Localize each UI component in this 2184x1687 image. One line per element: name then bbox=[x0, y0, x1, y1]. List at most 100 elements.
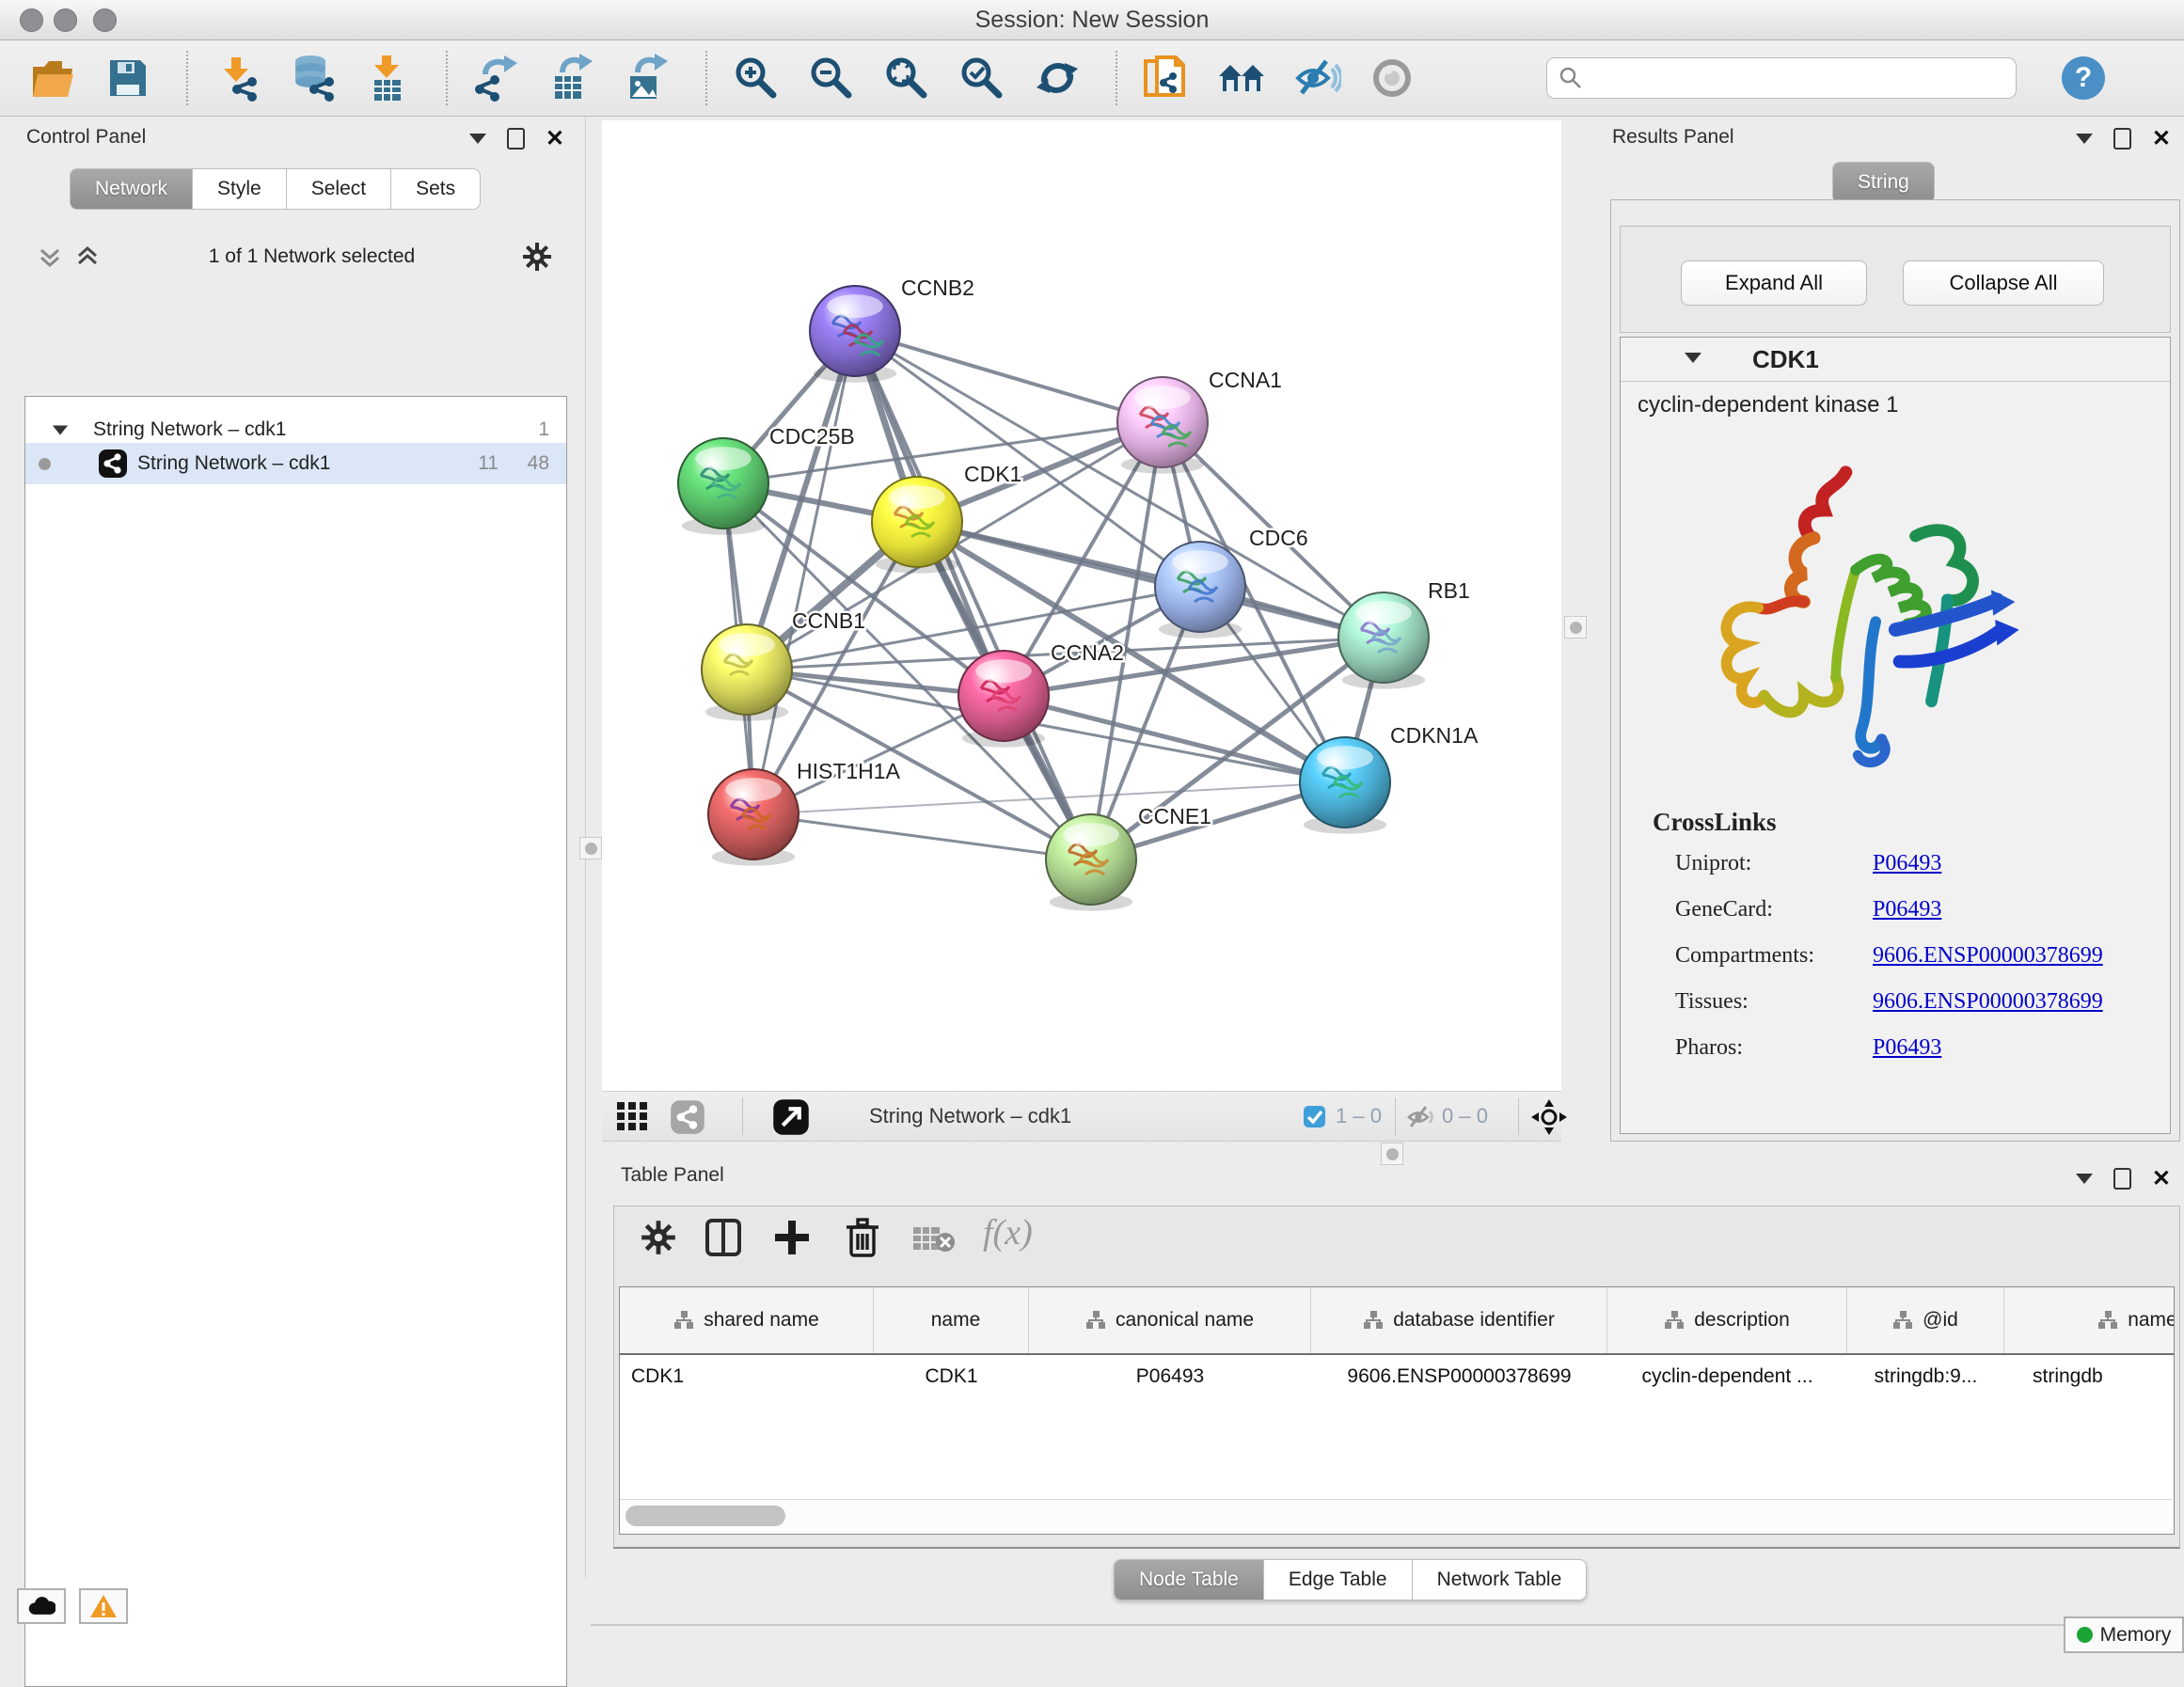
table-cell[interactable]: stringdb bbox=[2004, 1355, 2175, 1398]
close-panel-icon[interactable]: ✕ bbox=[2152, 1170, 2171, 1189]
edge-HIST1H1A-CCNE1[interactable] bbox=[753, 814, 1091, 859]
float-panel-icon[interactable] bbox=[507, 128, 525, 150]
import-database-icon[interactable] bbox=[288, 54, 337, 102]
help-icon[interactable]: ? bbox=[2062, 56, 2105, 100]
zoom-fit-icon[interactable] bbox=[882, 54, 931, 102]
node-HIST1H1A[interactable] bbox=[708, 769, 799, 866]
expand-all-icon[interactable] bbox=[73, 243, 102, 271]
tree-expand-icon[interactable] bbox=[53, 425, 68, 434]
edge-CDK1-RB1[interactable] bbox=[917, 522, 1384, 638]
zoom-out-icon[interactable] bbox=[807, 54, 856, 102]
crosslink-value-link[interactable]: 9606.ENSP00000378699 bbox=[1873, 989, 2103, 1015]
import-table-icon[interactable] bbox=[363, 54, 412, 102]
import-network-icon[interactable] bbox=[213, 54, 261, 102]
collapse-panel-icon[interactable] bbox=[2076, 1174, 2093, 1184]
crosslink-value-link[interactable]: P06493 bbox=[1873, 851, 1941, 876]
save-session-icon[interactable] bbox=[103, 54, 152, 102]
close-panel-icon[interactable]: ✕ bbox=[546, 130, 564, 149]
collapse-panel-icon[interactable] bbox=[2076, 134, 2093, 144]
node-CDKN1A[interactable] bbox=[1300, 737, 1390, 834]
node-CCNA1[interactable] bbox=[1117, 377, 1208, 474]
delete-table-icon[interactable] bbox=[911, 1223, 957, 1255]
duplicate-network-icon[interactable] bbox=[1142, 54, 1191, 102]
float-panel-icon[interactable] bbox=[2113, 1168, 2131, 1190]
column-header-sharedname[interactable]: shared name bbox=[620, 1287, 874, 1353]
expand-all-button[interactable]: Expand All bbox=[1681, 260, 1867, 306]
column-header-name[interactable]: name bbox=[874, 1287, 1029, 1353]
table-hscrollbar[interactable] bbox=[620, 1499, 2172, 1533]
tab-style[interactable]: Style bbox=[193, 168, 287, 210]
column-header-canonicalname[interactable]: canonical name bbox=[1029, 1287, 1311, 1353]
zoom-in-icon[interactable] bbox=[732, 54, 781, 102]
collapse-all-button[interactable]: Collapse All bbox=[1903, 260, 2104, 306]
edge-CCNB2-CCNA1[interactable] bbox=[855, 331, 1163, 422]
memory-button[interactable]: Memory bbox=[2064, 1616, 2184, 1653]
function-builder-icon[interactable]: f(x) bbox=[983, 1212, 1033, 1253]
collapse-protein-icon[interactable] bbox=[1685, 353, 1701, 363]
column-header-description[interactable]: description bbox=[1607, 1287, 1847, 1353]
column-header-namespace[interactable]: namespace bbox=[2004, 1287, 2175, 1353]
search-input[interactable] bbox=[1546, 57, 2017, 99]
table-row[interactable]: CDK1CDK1P064939606.ENSP00000378699cyclin… bbox=[620, 1355, 2175, 1398]
table-cell[interactable]: CDK1 bbox=[874, 1355, 1029, 1398]
tab-select[interactable]: Select bbox=[287, 168, 391, 210]
cloud-status-button[interactable] bbox=[17, 1588, 66, 1624]
gear-icon[interactable] bbox=[522, 242, 552, 272]
node-CDK1[interactable] bbox=[872, 477, 962, 574]
edge-CCNA2-CDKN1A[interactable] bbox=[1004, 696, 1345, 782]
show-all-icon[interactable] bbox=[1368, 54, 1416, 102]
node-CDC25B[interactable] bbox=[678, 438, 768, 535]
collapse-all-icon[interactable] bbox=[36, 243, 64, 271]
node-CDC6[interactable] bbox=[1155, 542, 1245, 639]
add-column-icon[interactable] bbox=[772, 1218, 812, 1257]
warning-status-button[interactable] bbox=[79, 1588, 128, 1624]
home-icon[interactable] bbox=[1217, 54, 1266, 102]
collapse-panel-icon[interactable] bbox=[469, 134, 486, 144]
tab-node-table[interactable]: Node Table bbox=[1114, 1559, 1264, 1600]
tab-string[interactable]: String bbox=[1832, 162, 1935, 203]
tab-sets[interactable]: Sets bbox=[391, 168, 481, 210]
node-CCNB1[interactable] bbox=[702, 624, 792, 721]
string-view-icon[interactable] bbox=[670, 1099, 705, 1135]
hide-selected-icon[interactable] bbox=[1292, 54, 1341, 102]
hidden-eye-slash-icon[interactable] bbox=[1406, 1104, 1434, 1130]
gear-icon[interactable] bbox=[641, 1220, 676, 1255]
column-header-databaseidentifier[interactable]: database identifier bbox=[1311, 1287, 1607, 1353]
open-session-icon[interactable] bbox=[28, 54, 77, 102]
node-table[interactable]: shared namenamecanonical namedatabase id… bbox=[619, 1286, 2175, 1535]
left-splitter-handle[interactable] bbox=[579, 837, 602, 859]
zoom-selected-icon[interactable] bbox=[957, 54, 1006, 102]
tab-network[interactable]: Network bbox=[70, 168, 193, 210]
tab-edge-table[interactable]: Edge Table bbox=[1264, 1559, 1413, 1600]
network-graph[interactable]: CCNB2CCNA1CDC25BCDK1CDC6RB1CCNB1CCNA2CDK… bbox=[602, 120, 1561, 1091]
crosslink-value-link[interactable]: P06493 bbox=[1873, 897, 1941, 922]
export-table-icon[interactable] bbox=[547, 54, 596, 102]
refresh-icon[interactable] bbox=[1033, 54, 1082, 102]
float-panel-icon[interactable] bbox=[2113, 128, 2131, 150]
close-panel-icon[interactable]: ✕ bbox=[2152, 130, 2171, 149]
scrollbar-thumb[interactable] bbox=[625, 1506, 785, 1526]
node-CCNB2[interactable] bbox=[810, 286, 900, 383]
crosslink-value-link[interactable]: 9606.ENSP00000378699 bbox=[1873, 943, 2103, 969]
node-CCNE1[interactable] bbox=[1046, 814, 1136, 911]
tab-network-table[interactable]: Network Table bbox=[1413, 1559, 1588, 1600]
show-columns-icon[interactable] bbox=[704, 1218, 742, 1257]
table-cell[interactable]: cyclin-dependent ... bbox=[1607, 1355, 1847, 1398]
table-cell[interactable]: stringdb:9... bbox=[1847, 1355, 2004, 1398]
fit-content-icon[interactable] bbox=[1531, 1099, 1567, 1135]
open-in-window-icon[interactable] bbox=[772, 1098, 810, 1136]
birds-eye-view-icon[interactable] bbox=[615, 1100, 649, 1132]
right-splitter-handle[interactable] bbox=[1564, 616, 1587, 639]
table-cell[interactable]: P06493 bbox=[1029, 1355, 1311, 1398]
column-header-id[interactable]: @id bbox=[1847, 1287, 2004, 1353]
table-cell[interactable]: 9606.ENSP00000378699 bbox=[1311, 1355, 1607, 1398]
selected-checkbox-icon[interactable] bbox=[1303, 1105, 1326, 1128]
node-RB1[interactable] bbox=[1338, 592, 1429, 689]
export-image-icon[interactable] bbox=[623, 54, 672, 102]
delete-column-icon[interactable] bbox=[844, 1216, 881, 1259]
network-row-selected[interactable]: String Network – cdk1 11 48 bbox=[25, 443, 566, 484]
node-CCNA2[interactable] bbox=[958, 651, 1049, 748]
crosslink-value-link[interactable]: P06493 bbox=[1873, 1035, 1941, 1061]
network-canvas[interactable]: CCNB2CCNA1CDC25BCDK1CDC6RB1CCNB1CCNA2CDK… bbox=[602, 120, 1561, 1091]
table-cell[interactable]: CDK1 bbox=[620, 1355, 874, 1398]
